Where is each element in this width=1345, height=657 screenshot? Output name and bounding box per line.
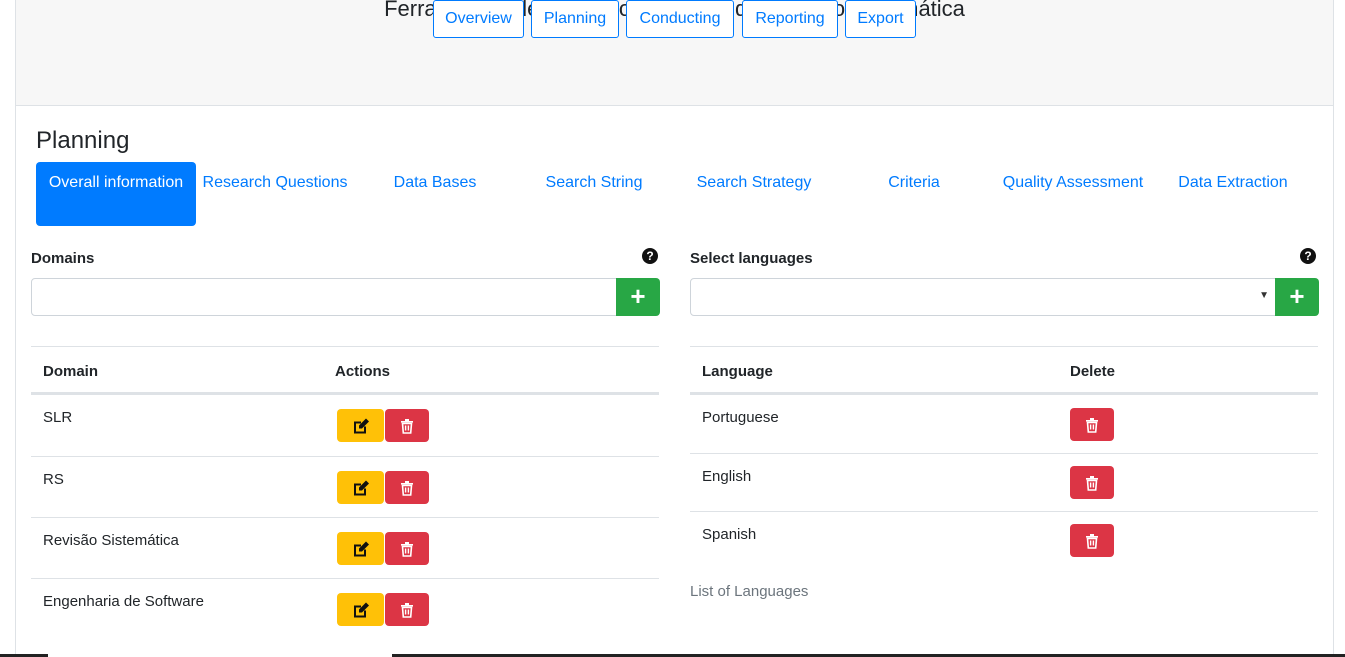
- table-row: Engenharia de Software: [31, 578, 659, 639]
- trash-icon: [401, 602, 413, 618]
- add-language-button[interactable]: +: [1275, 278, 1319, 316]
- table-row: Spanish: [690, 511, 1318, 569]
- delete-column-header: Delete: [1070, 363, 1116, 380]
- language-cell: English: [702, 468, 752, 485]
- delete-button[interactable]: [385, 593, 429, 626]
- trash-icon: [401, 418, 413, 434]
- delete-button[interactable]: [1070, 466, 1114, 499]
- edit-button[interactable]: [337, 471, 384, 504]
- tab-search-string[interactable]: Search String: [514, 162, 674, 226]
- tab-data-bases[interactable]: Data Bases: [355, 162, 515, 226]
- trash-icon: [1086, 475, 1098, 491]
- trash-icon: [401, 541, 413, 557]
- delete-button[interactable]: [385, 409, 429, 442]
- plus-icon: +: [1289, 281, 1305, 311]
- edit-button[interactable]: [337, 532, 384, 565]
- caret-down-icon: ▼: [1259, 290, 1269, 301]
- language-select[interactable]: ▼: [690, 278, 1276, 316]
- languages-table-caption: List of Languages: [690, 583, 809, 600]
- domain-column-header: Domain: [43, 363, 99, 380]
- nav-reporting-button[interactable]: Reporting: [742, 0, 838, 38]
- edit-button[interactable]: [337, 593, 384, 626]
- nav-planning-button[interactable]: Planning: [531, 0, 619, 38]
- trash-icon: [401, 480, 413, 496]
- planning-tabs: Overall information Research Questions D…: [36, 162, 1313, 226]
- trash-icon: [1086, 533, 1098, 549]
- tab-data-extraction[interactable]: Data Extraction: [1153, 162, 1313, 226]
- domains-label: Domains: [31, 250, 95, 267]
- language-cell: Spanish: [702, 526, 757, 543]
- domain-cell: SLR: [43, 409, 73, 426]
- edit-icon: [353, 541, 369, 556]
- plus-icon: +: [630, 281, 646, 311]
- add-domain-button[interactable]: +: [616, 278, 660, 316]
- domains-help-icon[interactable]: ?: [642, 248, 658, 264]
- delete-button[interactable]: [1070, 408, 1114, 441]
- language-cell: Portuguese: [702, 409, 779, 426]
- table-row: RS: [31, 456, 659, 517]
- tab-overall-information[interactable]: Overall information: [36, 162, 196, 226]
- language-column-header: Language: [702, 363, 773, 380]
- actions-column-header: Actions: [335, 363, 391, 380]
- delete-button[interactable]: [385, 471, 429, 504]
- trash-icon: [1086, 417, 1098, 433]
- tab-criteria[interactable]: Criteria: [834, 162, 994, 226]
- tab-search-strategy[interactable]: Search Strategy: [674, 162, 834, 226]
- domain-cell: Engenharia de Software: [43, 593, 204, 610]
- domain-cell: RS: [43, 471, 64, 488]
- nav-conducting-button[interactable]: Conducting: [626, 0, 734, 38]
- domain-cell: Revisão Sistemática: [43, 532, 179, 549]
- nav-overview-button[interactable]: Overview: [433, 0, 524, 38]
- domain-input[interactable]: [31, 278, 617, 316]
- edit-button[interactable]: [337, 409, 384, 442]
- edit-icon: [353, 602, 369, 617]
- delete-button[interactable]: [1070, 524, 1114, 557]
- languages-label: Select languages: [690, 250, 813, 267]
- languages-help-icon[interactable]: ?: [1300, 248, 1316, 264]
- section-title: Planning: [36, 127, 130, 154]
- table-row: Portuguese: [690, 395, 1318, 453]
- edit-icon: [353, 418, 369, 433]
- delete-button[interactable]: [385, 532, 429, 565]
- table-row: Revisão Sistemática: [31, 517, 659, 578]
- domains-table: Domain Actions SLR RS Revisão Sistemátic…: [31, 346, 659, 640]
- tab-quality-assessment[interactable]: Quality Assessment: [993, 162, 1153, 226]
- tab-research-questions[interactable]: Research Questions: [195, 162, 355, 226]
- languages-table: Language Delete Portuguese English Spani…: [690, 346, 1318, 570]
- table-row: SLR: [31, 395, 659, 456]
- table-row: English: [690, 453, 1318, 511]
- nav-export-button[interactable]: Export: [845, 0, 916, 38]
- edit-icon: [353, 480, 369, 495]
